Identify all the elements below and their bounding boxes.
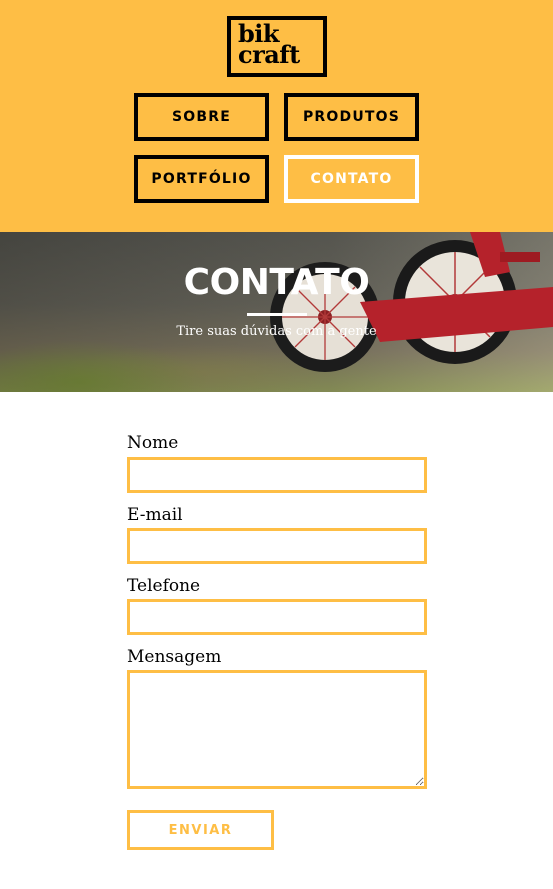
site-header: bik craft SOBRE PRODUTOS PORTFÓLIO CONTA… (0, 0, 553, 232)
nav-item-contato[interactable]: CONTATO (284, 155, 419, 203)
message-textarea[interactable] (127, 670, 427, 789)
nav-item-portfolio[interactable]: PORTFÓLIO (134, 155, 269, 203)
tricycle-background-image (0, 232, 553, 392)
bikcraft-logo[interactable]: bik craft (227, 16, 327, 77)
page-subtitle: Tire suas dúvidas com a gente (176, 324, 377, 339)
name-input[interactable] (127, 457, 427, 493)
phone-input[interactable] (127, 599, 427, 635)
logo-line-2: craft (238, 40, 300, 69)
email-input[interactable] (127, 528, 427, 564)
phone-label: Telefone (127, 576, 201, 596)
message-label: Mensagem (127, 647, 222, 667)
hero-banner: CONTATO Tire suas dúvidas com a gente (0, 232, 553, 392)
email-label: E-mail (127, 505, 183, 525)
submit-button[interactable]: ENVIAR (127, 810, 274, 850)
title-divider (247, 313, 307, 316)
nav-item-produtos[interactable]: PRODUTOS (284, 93, 419, 141)
nav-item-sobre[interactable]: SOBRE (134, 93, 269, 141)
name-label: Nome (127, 433, 179, 453)
page-title: CONTATO (183, 262, 370, 303)
